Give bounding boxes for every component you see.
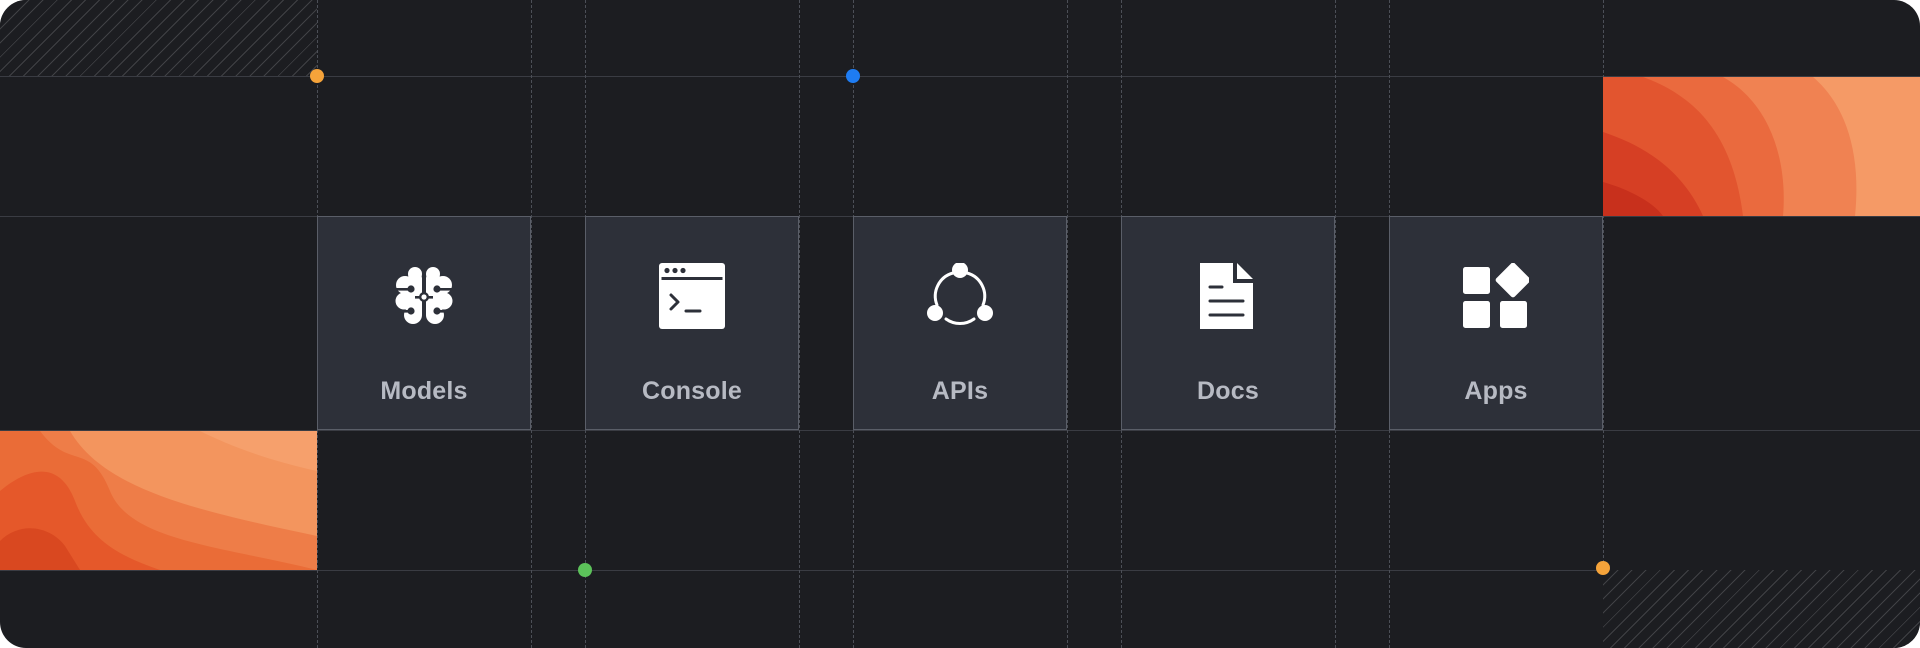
gradient-art-bottom-left	[0, 431, 317, 570]
tile-label: Docs	[1197, 377, 1259, 405]
document-icon	[1195, 263, 1261, 329]
app-grid-icon	[1463, 263, 1529, 329]
brain-icon	[391, 263, 457, 329]
grid-line-vertical	[1067, 0, 1068, 648]
tile-label: Console	[641, 377, 743, 405]
grid-line-vertical	[1335, 0, 1336, 648]
tile-apis[interactable]: APIs	[853, 216, 1067, 430]
accent-dot-orange	[310, 69, 324, 83]
tile-models[interactable]: Models	[317, 216, 531, 430]
accent-dot-green	[578, 563, 592, 577]
grid-line-vertical	[799, 0, 800, 648]
tile-console[interactable]: Console	[585, 216, 799, 430]
tile-docs[interactable]: Docs	[1121, 216, 1335, 430]
hatch-pattern-top-left	[0, 0, 317, 76]
terminal-window-icon	[659, 263, 725, 329]
canvas: Models Console APIs Docs Apps	[0, 0, 1920, 648]
hatch-pattern-bottom-right	[1603, 570, 1920, 648]
grid-line-vertical	[531, 0, 532, 648]
tile-label: APIs	[931, 377, 989, 405]
tile-label: Models	[380, 377, 468, 405]
accent-dot-orange	[1596, 561, 1610, 575]
connected-nodes-icon	[927, 263, 993, 329]
tile-apps[interactable]: Apps	[1389, 216, 1603, 430]
tile-label: Apps	[1464, 377, 1528, 405]
gradient-art-top-right	[1603, 77, 1920, 216]
accent-dot-blue	[846, 69, 860, 83]
